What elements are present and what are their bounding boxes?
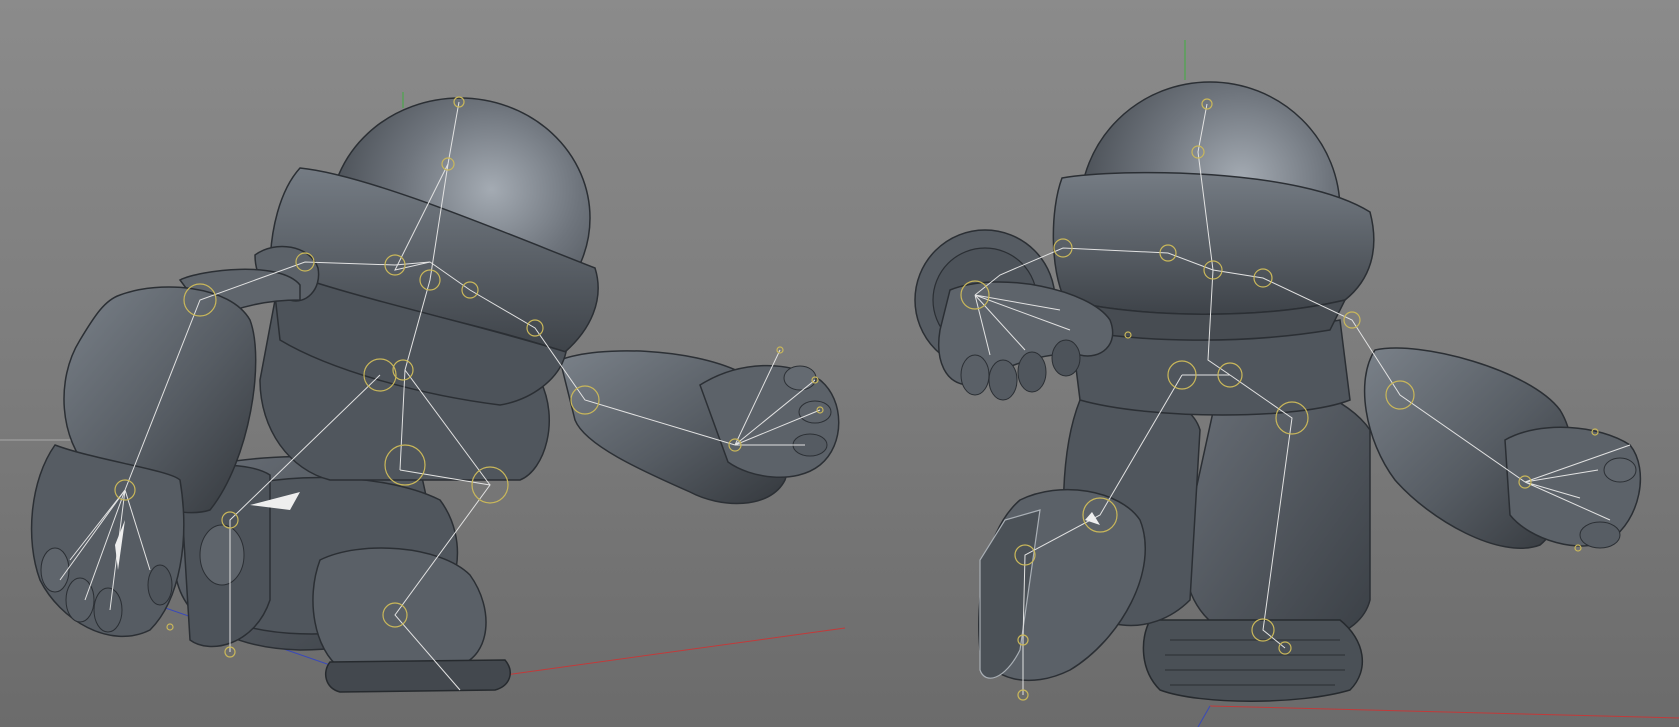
right-char-left-finger	[1579, 521, 1621, 549]
viewport-split[interactable]	[0, 0, 1679, 727]
viewport-3d[interactable]	[0, 0, 1679, 727]
right-char-left-finger	[1603, 457, 1637, 483]
right-char-foot	[1142, 619, 1364, 702]
right-char-thigh	[1183, 377, 1371, 645]
left-char-finger	[40, 547, 70, 593]
left-char-foot	[324, 659, 511, 693]
right-char-left-hand	[1504, 426, 1642, 547]
right-char-right-finger	[988, 359, 1018, 401]
left-char-hip-joint	[199, 524, 245, 586]
left-char-finger	[65, 577, 95, 623]
cinema4d-viewport-window: perspective	[0, 0, 1679, 727]
left-char-thumb	[147, 564, 173, 606]
right-char-helmet-band	[1052, 171, 1375, 315]
right-char-right-finger	[1017, 351, 1047, 393]
left-char-finger	[93, 587, 123, 633]
right-char-right-finger	[960, 354, 990, 396]
right-char-right-finger	[1051, 339, 1081, 377]
left-char-right-finger	[783, 365, 817, 391]
